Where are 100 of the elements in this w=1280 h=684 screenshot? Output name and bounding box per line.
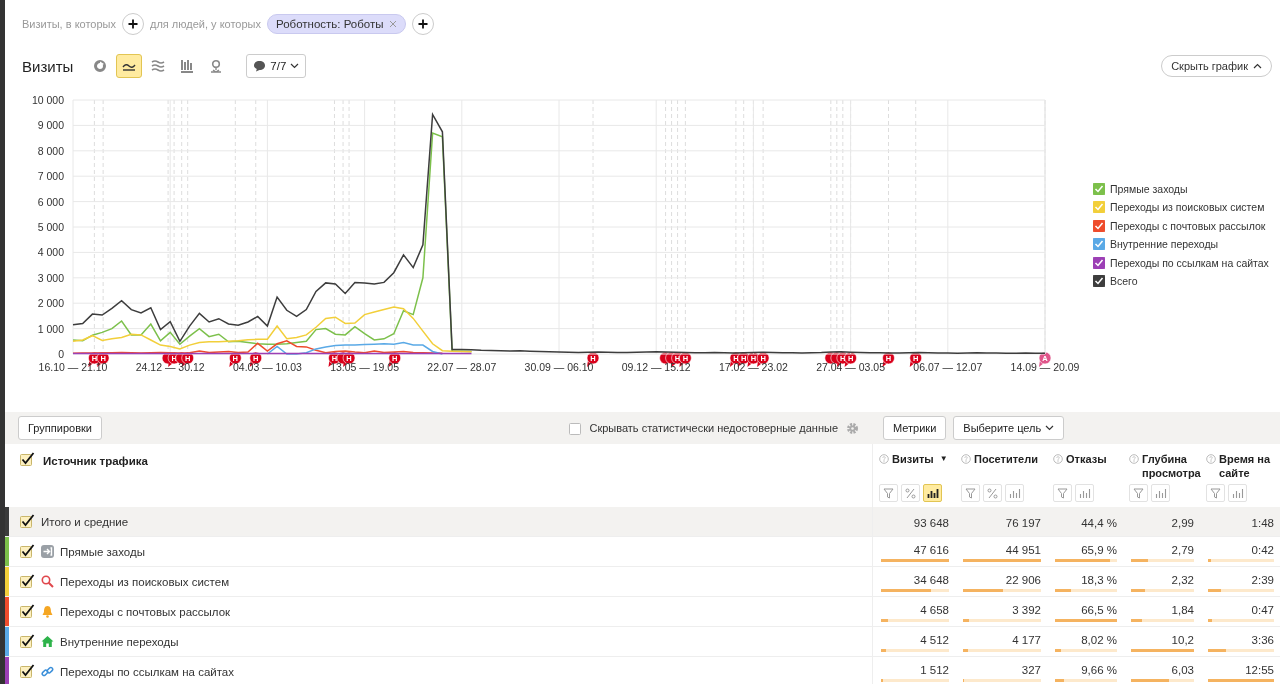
table-cell: 2,99 <box>1171 517 1194 529</box>
table-cell: 47 616 <box>913 544 949 556</box>
column-header: Источник трафика <box>43 455 148 467</box>
filter-chip[interactable]: Роботность: Роботы <box>267 14 406 34</box>
bars-toggle[interactable] <box>1228 484 1247 502</box>
hide-chart-button[interactable]: Скрыть график <box>1161 55 1272 77</box>
row-label[interactable]: Переходы из поисковых систем <box>60 575 230 588</box>
checkbox[interactable] <box>20 514 35 529</box>
bar-chart-icon <box>1231 488 1244 498</box>
checkbox[interactable] <box>20 574 35 589</box>
checkbox[interactable] <box>20 634 35 649</box>
goal-dropdown[interactable]: Выберите цель <box>953 416 1065 440</box>
table-cell: 6,03 <box>1171 664 1194 676</box>
metrics-button[interactable]: Метрики <box>883 416 947 440</box>
filter-icon <box>883 487 894 499</box>
bar-chart-icon <box>1154 488 1167 498</box>
table-cell: 2,32 <box>1171 574 1194 586</box>
checkbox[interactable] <box>20 664 35 679</box>
percent-icon <box>987 487 998 499</box>
table-cell: 1:48 <box>1251 517 1274 529</box>
axis-label: 10 000 <box>31 94 64 106</box>
column-header[interactable]: Время на сайте <box>1219 452 1280 480</box>
row-label[interactable]: Переходы с почтовых рассылок <box>60 605 231 618</box>
annotations-button[interactable]: 7/7 <box>246 54 307 78</box>
legend-checkbox[interactable] <box>1093 238 1105 251</box>
legend-label: Переходы с почтовых рассылок <box>1110 219 1266 232</box>
help-icon[interactable] <box>1206 454 1216 464</box>
checkbox[interactable] <box>20 544 35 559</box>
table-cell: 4 177 <box>1012 634 1041 646</box>
filter-label: Визиты, в которых <box>22 18 116 30</box>
chart-title: Визиты <box>22 57 74 75</box>
row-label[interactable]: Внутренние переходы <box>60 635 179 648</box>
filter-toggle[interactable] <box>879 484 898 502</box>
legend-label: Всего <box>1110 275 1138 288</box>
help-icon[interactable] <box>1129 454 1139 464</box>
axis-label: 8 000 <box>37 144 64 157</box>
table-cell: 34 648 <box>913 574 949 586</box>
table-cell: 3:36 <box>1251 634 1274 646</box>
row-label[interactable]: Итого и средние <box>41 515 129 528</box>
legend-label: Прямые заходы <box>1110 182 1188 195</box>
table-cell: 10,2 <box>1171 634 1194 646</box>
legend-checkbox[interactable] <box>1093 256 1105 269</box>
settings-icon[interactable] <box>846 421 859 435</box>
plus-icon <box>128 19 138 29</box>
table-cell: 4 512 <box>920 634 949 646</box>
checkbox[interactable] <box>20 604 35 619</box>
table-cell: 44,4 % <box>1081 517 1117 529</box>
checkbox[interactable] <box>20 452 35 467</box>
bars-toggle[interactable] <box>1005 484 1024 502</box>
table-cell: 66,5 % <box>1081 604 1117 616</box>
groupings-button[interactable]: Группировки <box>18 416 102 440</box>
table-cell: 1,84 <box>1171 604 1194 616</box>
axis-label: 0 <box>58 348 64 360</box>
chain-link-icon <box>41 665 54 678</box>
filter-toggle[interactable] <box>961 484 980 502</box>
filter-label: для людей, у которых <box>150 18 261 30</box>
legend-checkbox[interactable] <box>1093 182 1105 195</box>
pie-chart-icon <box>92 58 109 74</box>
sort-indicator[interactable]: ▼ <box>939 452 948 466</box>
legend-checkbox[interactable] <box>1093 219 1105 232</box>
bar-chart-icon <box>1008 488 1021 498</box>
add-condition-button[interactable] <box>411 13 434 35</box>
percent-toggle[interactable] <box>901 484 920 502</box>
row-label[interactable]: Прямые заходы <box>60 545 145 558</box>
line-chart-button[interactable] <box>116 54 143 78</box>
bars-toggle[interactable] <box>1075 484 1094 502</box>
column-header[interactable]: Глубина просмотра <box>1142 452 1201 480</box>
table-cell: 44 951 <box>1005 544 1041 556</box>
table-cell: 8,02 % <box>1081 634 1117 646</box>
filter-toggle[interactable] <box>1053 484 1072 502</box>
column-header[interactable]: Визиты <box>892 452 934 466</box>
axis-label: 1 000 <box>37 322 64 335</box>
column-header[interactable]: Посетители <box>974 452 1038 466</box>
help-icon[interactable] <box>1053 454 1063 464</box>
table-cell: 3 392 <box>1012 604 1041 616</box>
legend-checkbox[interactable] <box>1093 275 1105 288</box>
table-cell: 2:39 <box>1251 574 1274 586</box>
help-icon[interactable] <box>961 454 971 464</box>
bars-toggle[interactable] <box>1151 484 1170 502</box>
axis-label: 22.07 — 28.07 <box>427 361 497 373</box>
filter-toggle[interactable] <box>1129 484 1148 502</box>
percent-toggle[interactable] <box>983 484 1002 502</box>
add-condition-button[interactable] <box>122 13 144 35</box>
row-label[interactable]: Переходы по ссылкам на сайтах <box>60 665 234 678</box>
axis-label: 7 000 <box>37 170 64 183</box>
percent-icon <box>905 487 916 499</box>
table-cell: 76 197 <box>1005 517 1041 529</box>
bar-chart-icon <box>926 488 939 498</box>
plus-icon <box>417 19 428 29</box>
axis-label: 2 000 <box>37 297 64 310</box>
bars-toggle[interactable] <box>923 484 942 502</box>
column-header[interactable]: Отказы <box>1066 452 1107 466</box>
legend-label: Переходы по ссылкам на сайтах <box>1110 256 1269 269</box>
close-icon <box>388 20 397 28</box>
help-icon[interactable] <box>879 454 889 464</box>
filter-icon <box>1057 487 1068 499</box>
table-cell: 327 <box>1021 664 1041 676</box>
filter-toggle[interactable] <box>1206 484 1225 502</box>
axis-label: 6 000 <box>37 195 64 208</box>
area-chart-icon <box>150 58 167 74</box>
